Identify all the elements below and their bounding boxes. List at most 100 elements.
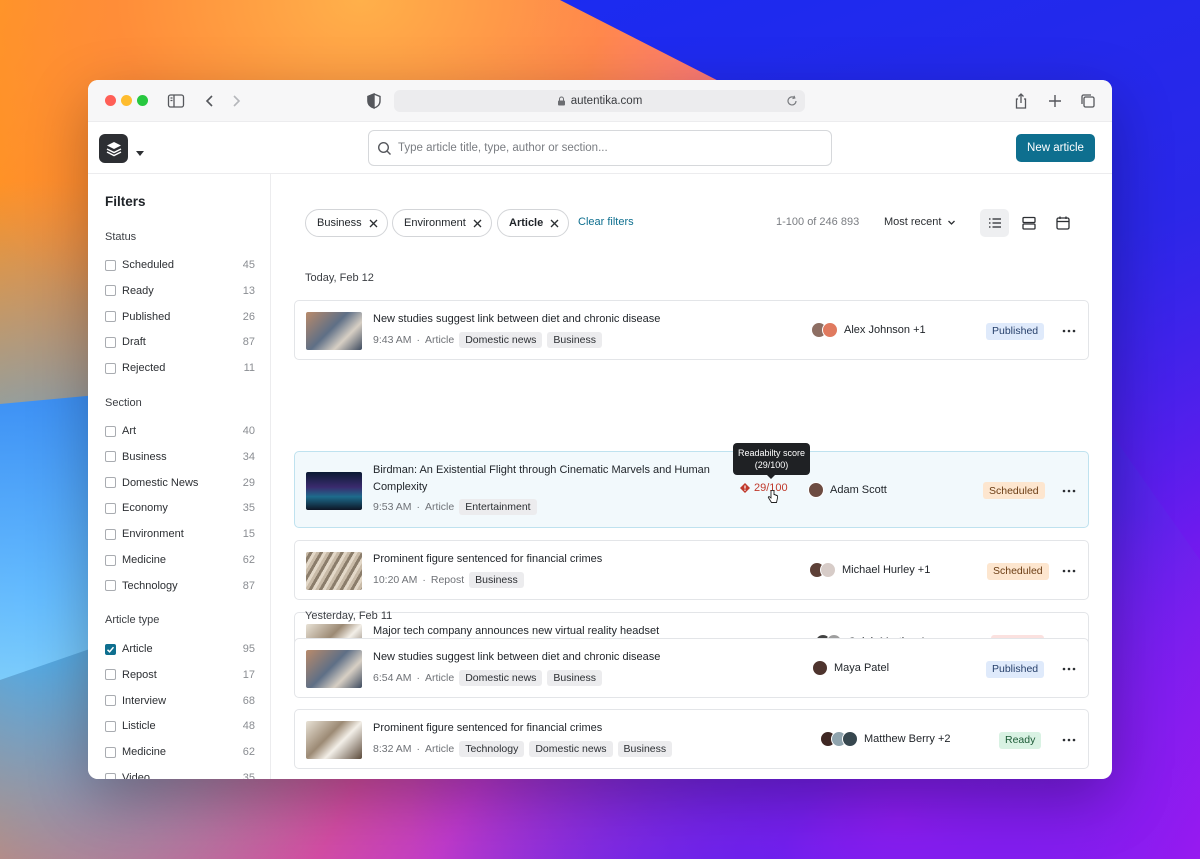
filter-option[interactable]: Domestic News 29 [105, 474, 255, 492]
back-arrow-icon[interactable] [200, 91, 220, 111]
filter-option[interactable]: Art 40 [105, 422, 255, 440]
checkbox[interactable] [105, 259, 116, 271]
article-title[interactable]: Birdman: An Existential Flight through C… [373, 462, 723, 496]
checkbox[interactable] [105, 772, 116, 779]
app-logo[interactable] [99, 134, 128, 163]
author-group[interactable]: Maya Patel [812, 660, 889, 676]
section-tag[interactable]: Business [547, 670, 603, 686]
checkbox[interactable] [105, 336, 116, 348]
filter-option[interactable]: Rejected 11 [105, 359, 255, 377]
checkbox[interactable] [105, 311, 116, 323]
filter-chip[interactable]: Business [305, 209, 388, 237]
section-tag[interactable]: Business [617, 741, 673, 757]
share-icon[interactable] [1011, 91, 1031, 111]
search-field[interactable] [368, 130, 832, 166]
filter-option[interactable]: Repost 17 [105, 666, 255, 684]
article-thumbnail[interactable] [306, 721, 362, 759]
filter-option[interactable]: Environment 15 [105, 525, 255, 543]
minimize-window-button[interactable] [121, 95, 132, 106]
tab-overview-icon[interactable] [1078, 91, 1098, 111]
filter-option[interactable]: Ready 13 [105, 282, 255, 300]
article-row[interactable]: New studies suggest link between diet an… [294, 300, 1089, 360]
author-group[interactable]: Michael Hurley +1 [809, 562, 930, 578]
section-tag[interactable]: Domestic news [459, 332, 543, 348]
checkbox[interactable] [105, 451, 116, 463]
close-icon[interactable] [550, 219, 559, 228]
article-thumbnail[interactable] [306, 312, 362, 350]
card-view-button[interactable] [1014, 209, 1043, 237]
filter-option[interactable]: Video 35 [105, 769, 255, 779]
filter-option[interactable]: Listicle 48 [105, 717, 255, 735]
checkbox[interactable] [105, 425, 116, 437]
checkbox[interactable] [105, 746, 116, 758]
sidebar-toggle-icon[interactable] [166, 91, 186, 111]
article-row[interactable]: Birdman: An Existential Flight through C… [294, 451, 1089, 528]
reload-icon[interactable] [785, 94, 799, 108]
author-group[interactable]: Alex Johnson +1 [811, 322, 926, 338]
sort-dropdown[interactable]: Most recent [884, 216, 956, 228]
address-bar[interactable]: autentika.com [394, 90, 805, 112]
more-options-icon[interactable] [1061, 563, 1077, 579]
checkbox[interactable] [105, 720, 116, 732]
filter-chip[interactable]: Environment [392, 209, 492, 237]
filter-option[interactable]: Medicine 62 [105, 551, 255, 569]
filter-option-label: Environment [122, 528, 184, 541]
author-group[interactable]: Matthew Berry +2 [820, 731, 951, 747]
checkbox[interactable] [105, 502, 116, 514]
privacy-shield-icon[interactable] [364, 91, 384, 111]
checkbox[interactable] [105, 580, 116, 592]
more-options-icon[interactable] [1061, 732, 1077, 748]
filter-option[interactable]: Draft 87 [105, 333, 255, 351]
checkbox[interactable] [105, 669, 116, 681]
readability-score[interactable]: 29/100 [740, 482, 788, 494]
article-thumbnail[interactable] [306, 650, 362, 688]
clear-filters-link[interactable]: Clear filters [578, 216, 634, 228]
more-options-icon[interactable] [1061, 661, 1077, 677]
new-tab-icon[interactable] [1045, 91, 1065, 111]
filter-option[interactable]: Scheduled 45 [105, 256, 255, 274]
close-icon[interactable] [369, 219, 378, 228]
filter-option[interactable]: Published 26 [105, 308, 255, 326]
checkbox[interactable] [105, 554, 116, 566]
article-row[interactable]: Prominent figure sentenced for financial… [294, 709, 1089, 769]
close-icon[interactable] [473, 219, 482, 228]
filter-option[interactable]: Article 95 [105, 640, 255, 658]
author-group[interactable]: Adam Scott [808, 481, 887, 498]
filter-option[interactable]: Interview 68 [105, 692, 255, 710]
section-tag[interactable]: Domestic news [529, 741, 613, 757]
checkbox[interactable] [105, 477, 116, 489]
section-tag[interactable]: Technology [459, 741, 525, 757]
close-window-button[interactable] [105, 95, 116, 106]
checkbox[interactable] [105, 695, 116, 707]
forward-arrow-icon[interactable] [226, 91, 246, 111]
calendar-view-button[interactable] [1048, 209, 1077, 237]
more-options-icon[interactable] [1061, 483, 1077, 499]
section-tag[interactable]: Entertainment [459, 499, 537, 515]
article-title[interactable]: Prominent figure sentenced for financial… [373, 720, 793, 737]
section-tag[interactable]: Domestic news [459, 670, 543, 686]
filter-option[interactable]: Business 34 [105, 448, 255, 466]
new-article-button[interactable]: New article [1016, 134, 1095, 162]
checkbox[interactable] [105, 362, 116, 374]
section-tag[interactable]: Business [547, 332, 603, 348]
section-tag[interactable]: Business [469, 572, 524, 588]
checkbox[interactable] [105, 528, 116, 540]
list-view-button[interactable] [980, 209, 1009, 237]
maximize-window-button[interactable] [137, 95, 148, 106]
article-title[interactable]: New studies suggest link between diet an… [373, 311, 793, 328]
article-thumbnail[interactable] [306, 552, 362, 590]
article-row[interactable]: Prominent figure sentenced for financial… [294, 540, 1089, 600]
filter-chip[interactable]: Article [497, 209, 570, 237]
filter-option[interactable]: Economy 35 [105, 499, 255, 517]
caret-down-icon[interactable] [136, 144, 144, 156]
search-input[interactable] [398, 142, 831, 154]
more-options-icon[interactable] [1061, 323, 1077, 339]
article-title[interactable]: Prominent figure sentenced for financial… [373, 551, 793, 568]
article-title[interactable]: New studies suggest link between diet an… [373, 649, 793, 666]
filter-option[interactable]: Technology 87 [105, 577, 255, 595]
filter-option[interactable]: Medicine 62 [105, 743, 255, 761]
article-thumbnail[interactable] [306, 471, 362, 510]
checkbox[interactable] [105, 643, 116, 655]
checkbox[interactable] [105, 285, 116, 297]
article-row[interactable]: New studies suggest link between diet an… [294, 638, 1089, 698]
